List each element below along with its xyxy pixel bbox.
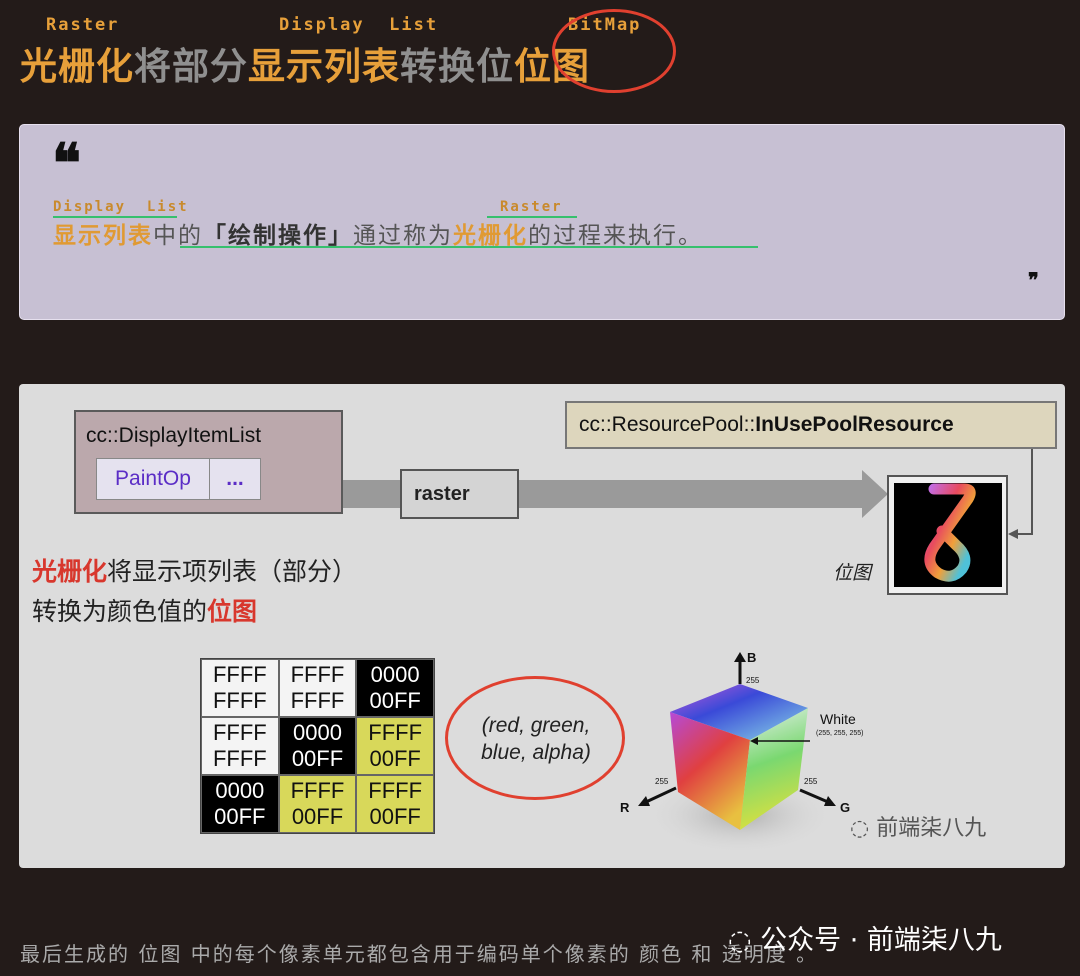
pixel-cell-top: FFFF [290, 778, 345, 803]
b-axis-value: 255 [746, 676, 760, 685]
pixel-cell-bottom: 00FF [369, 688, 421, 713]
more-ops-box: ... [209, 458, 261, 500]
resource-pool-prefix: cc::ResourcePool:: [579, 413, 756, 436]
raster-box: raster [400, 469, 519, 519]
pixel-cell-bottom: 00FF [291, 804, 344, 829]
pixel-cell-top: 0000 [293, 720, 342, 745]
pixel-cell: FFFF FFFF [201, 659, 279, 717]
pixel-cell-top: FFFF [212, 720, 267, 745]
pixel-cell: FFFF FFFF [201, 717, 279, 775]
watermark-footer: ◌ 公众号 · 前端柒八九 [728, 918, 1002, 957]
pixel-cell-top: FFFF [212, 662, 267, 687]
white-value: (255, 255, 255) [816, 730, 863, 737]
bitmap-image [894, 483, 1002, 587]
pixel-cell: 0000 00FF [201, 775, 279, 833]
pixel-cell: FFFF 00FF [356, 775, 434, 833]
desc-text: 转换为颜色值的 [32, 597, 208, 626]
desc-raster: 光栅化 [32, 557, 108, 586]
g-axis-value: 255 [804, 777, 818, 786]
pixel-cell: 0000 00FF [278, 717, 357, 775]
watermark-inner: ◌ 前端柒八九 [850, 810, 986, 842]
resource-pool-box: cc::ResourcePool:: InUsePoolResource [565, 401, 1057, 449]
watermark-text: 前端柒八九 [876, 816, 987, 841]
description-line-1: 光栅化将显示项列表（部分） [32, 552, 357, 588]
description-line-2: 转换为颜色值的位图 [32, 592, 257, 628]
pixel-cell-bottom: 00FF [214, 804, 266, 829]
rgba-line: (red, green, [481, 714, 591, 737]
pixel-cell-top: 0000 [215, 778, 265, 803]
wechat-icon: ◌ [728, 925, 761, 956]
pixel-cell-bottom: 00FF [369, 804, 421, 829]
pixel-cell-top: FFFF [368, 720, 423, 745]
pixel-cell-bottom: 00FF [291, 746, 344, 771]
b-axis-label: B [747, 650, 756, 665]
pixel-cell-bottom: FFFF [290, 688, 345, 713]
desc-text: 将显示项列表（部分） [107, 557, 358, 586]
rgba-line: blue, alpha) [481, 741, 591, 764]
footer-text: 最后生成的 位图 中的每个像素单元都包含用于编码单个像素的 颜色 和 透明度 。 [20, 942, 819, 966]
pool-connector-arrowhead [1008, 529, 1018, 539]
pixel-cell: 0000 00FF [356, 659, 434, 717]
wechat-icon: ◌ [850, 816, 877, 841]
pixel-cell: FFFF FFFF [278, 659, 357, 717]
b-axis-arrow [734, 652, 746, 662]
rgba-label: (red, green, blue, alpha) [466, 712, 606, 766]
rainbow-glyph-icon [924, 483, 976, 582]
watermark-footer-text: 公众号 · 前端柒八九 [760, 925, 1002, 956]
pixel-cell-top: 0000 [370, 662, 420, 687]
bitmap-label: 位图 [833, 562, 872, 584]
white-label: White [820, 711, 856, 727]
pixel-cell-top: FFFF [290, 662, 345, 687]
pixel-grid: FFFF FFFF FFFF FFFF 0000 00FF FFFF FFFF 0000 00FF… [200, 658, 435, 834]
g-axis-label: G [840, 800, 850, 815]
pixel-cell-top: FFFF [368, 778, 423, 803]
r-axis-value: 255 [655, 777, 669, 786]
pixel-cell-bottom: FFFF [212, 746, 267, 771]
display-item-list-label: cc::DisplayItemList [86, 424, 262, 447]
desc-bitmap: 位图 [207, 597, 258, 626]
pixel-cell-bottom: FFFF [212, 688, 267, 713]
pixel-cell: FFFF 00FF [356, 717, 434, 775]
pixel-cell: FFFF 00FF [278, 775, 357, 833]
paint-op-box: PaintOp [96, 458, 210, 500]
rgb-cube: B 255 R 255 G 255 White (255, 255, 255) [620, 650, 863, 855]
pixel-cell-bottom: 00FF [369, 746, 421, 771]
r-axis-label: R [620, 800, 630, 815]
resource-pool-name: InUsePoolResource [755, 413, 954, 436]
